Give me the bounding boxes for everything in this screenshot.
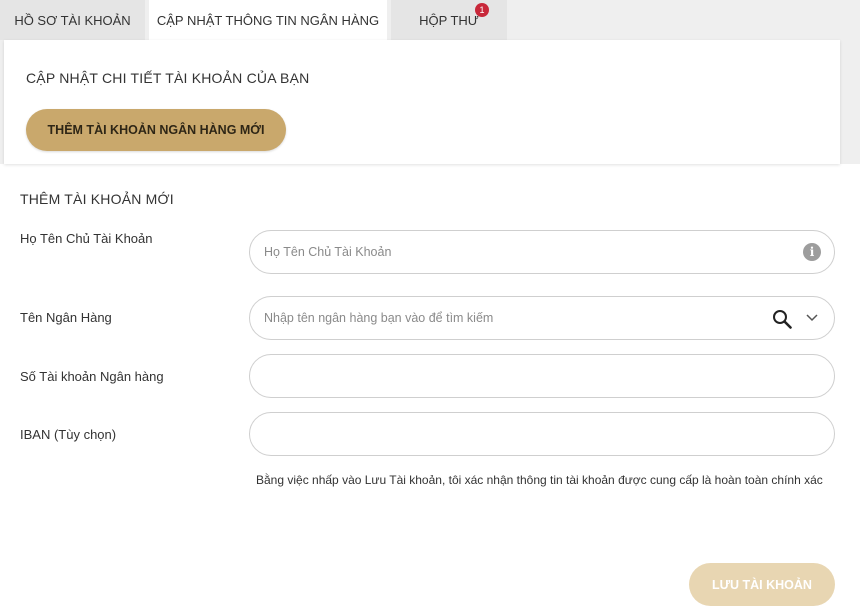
iban-input[interactable]	[249, 412, 835, 456]
bank-name-label: Tên Ngân Hàng	[20, 310, 112, 325]
account-number-label: Số Tài khoản Ngân hàng	[20, 369, 164, 384]
tab-label: HỘP THƯ	[419, 12, 479, 28]
bank-details-card: CẬP NHẬT CHI TIẾT TÀI KHOẢN CỦA BẠN THÊM…	[4, 40, 840, 164]
account-number-input[interactable]	[249, 354, 835, 398]
tab-label: CẬP NHẬT THÔNG TIN NGÂN HÀNG	[156, 12, 380, 28]
unread-count-badge: 1	[475, 3, 489, 17]
save-account-button[interactable]: LƯU TÀI KHOẢN	[689, 563, 835, 606]
tab-update-bank-info[interactable]: CẬP NHẬT THÔNG TIN NGÂN HÀNG	[149, 0, 387, 40]
card-title: CẬP NHẬT CHI TIẾT TÀI KHOẢN CỦA BẠN	[26, 70, 310, 86]
add-bank-account-button[interactable]: THÊM TÀI KHOẢN NGÂN HÀNG MỚI	[26, 109, 286, 151]
tab-inbox[interactable]: HỘP THƯ 1	[391, 0, 507, 40]
iban-label: IBAN (Tùy chọn)	[20, 427, 117, 442]
info-icon[interactable]: i	[803, 243, 821, 261]
chevron-down-icon[interactable]	[806, 314, 818, 322]
confirmation-disclaimer: Bằng việc nhấp vào Lưu Tài khoản, tôi xá…	[256, 473, 823, 487]
form-title: THÊM TÀI KHOẢN MỚI	[20, 191, 174, 207]
holder-name-placeholder: Họ Tên Chủ Tài Khoản	[264, 245, 392, 259]
holder-name-label: Họ Tên Chủ Tài Khoản	[20, 231, 153, 246]
tab-label: HỒ SƠ TÀI KHOẢN	[14, 12, 131, 28]
holder-name-input[interactable]: Họ Tên Chủ Tài Khoản i	[249, 230, 835, 274]
bank-name-select[interactable]: Nhập tên ngân hàng bạn vào để tìm kiếm	[249, 296, 835, 340]
search-icon[interactable]	[772, 309, 792, 329]
bank-name-placeholder: Nhập tên ngân hàng bạn vào để tìm kiếm	[264, 311, 494, 325]
tab-account-profile[interactable]: HỒ SƠ TÀI KHOẢN	[0, 0, 145, 40]
tab-bar: HỒ SƠ TÀI KHOẢN CẬP NHẬT THÔNG TIN NGÂN …	[0, 0, 511, 40]
